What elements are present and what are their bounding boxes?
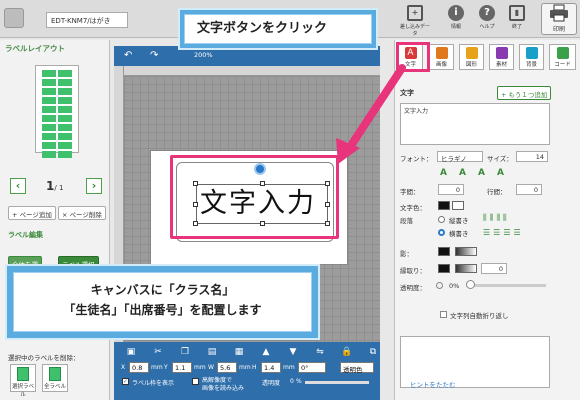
hires-checkbox[interactable]: [192, 378, 199, 385]
help-button[interactable]: ? ヘルプ: [470, 4, 504, 34]
text-style-shadow-icon[interactable]: A: [497, 168, 504, 178]
exit-button[interactable]: ▮ 終了: [500, 4, 534, 34]
horizontal-radio[interactable]: [438, 229, 445, 236]
opacity-slider[interactable]: [305, 381, 369, 384]
delete-all-button[interactable]: 全ラベル: [42, 364, 68, 392]
y-field[interactable]: 1.1: [172, 362, 192, 373]
shadow-color-swatch[interactable]: [438, 247, 450, 256]
page-indicator: 1/ 1: [46, 179, 64, 193]
show-frame-checkbox[interactable]: ✓: [122, 378, 129, 385]
char-spacing-field[interactable]: 0: [438, 184, 464, 195]
font-select[interactable]: ヒラギノ: [437, 151, 483, 163]
undo-icon[interactable]: ↶: [124, 50, 132, 61]
cut-icon[interactable]: ✂: [151, 346, 165, 358]
transparent-color-button[interactable]: 透明色: [340, 362, 374, 374]
w-field[interactable]: 5.6: [217, 362, 237, 373]
callout-place-on-canvas: キャンバスに「クラス名」 「生徒名」「出席番号」を配置します: [5, 264, 320, 340]
text-style-bold-icon[interactable]: A: [459, 168, 466, 178]
app-icon: [4, 8, 24, 28]
slider-thumb[interactable]: [466, 280, 475, 289]
tab-shape[interactable]: 図形: [459, 44, 484, 70]
opacity-percent: 0%: [449, 282, 460, 290]
hint-collapse-link[interactable]: ヒントをたたむ: [410, 379, 456, 389]
text-opacity-slider[interactable]: [466, 284, 546, 287]
info-button[interactable]: i 情報: [439, 4, 473, 34]
arrow-annotation: [336, 64, 406, 164]
outline-gradient[interactable]: [455, 264, 477, 273]
data-merge-icon: +: [407, 5, 423, 21]
next-page-button[interactable]: ›: [86, 178, 102, 194]
h-field[interactable]: 1.4: [261, 362, 281, 373]
exit-icon: ▮: [509, 5, 525, 21]
data-merge-button[interactable]: + 差し込みデータ: [398, 4, 432, 37]
delete-section-title: 選択中のラベルを削除：: [8, 354, 80, 362]
horizontal-align-icons[interactable]: ☰☰☰☰: [483, 228, 547, 238]
text-color-swatch-white[interactable]: [452, 201, 464, 210]
tab-background[interactable]: 背景: [519, 44, 544, 70]
front-icon[interactable]: ▲: [259, 346, 273, 358]
tab-code[interactable]: コード: [549, 44, 576, 70]
rotation-field[interactable]: 0°: [298, 362, 326, 373]
outline-width-field[interactable]: 0: [481, 263, 507, 274]
text-style-outline-icon[interactable]: A: [478, 168, 485, 178]
x-field[interactable]: 0.8: [129, 362, 149, 373]
back-icon[interactable]: ▼: [286, 346, 300, 358]
code-icon: [556, 47, 569, 59]
callout-click-text-button: 文字ボタンをクリック: [178, 8, 378, 50]
line-spacing-field[interactable]: 0: [516, 184, 542, 195]
opacity-reset-icon[interactable]: [436, 282, 443, 289]
prev-page-button[interactable]: ‹: [10, 178, 26, 194]
highlight-frame: [170, 155, 339, 239]
paste-icon[interactable]: ▤: [205, 346, 219, 358]
delete-selected-button[interactable]: 選択ラベル: [10, 364, 36, 398]
tab-image[interactable]: 画像: [429, 44, 454, 70]
text-input-area[interactable]: 文字入力: [400, 103, 550, 145]
image-icon: [435, 47, 448, 59]
text-style-normal-icon[interactable]: A: [440, 168, 447, 178]
layout-thumbnail[interactable]: [35, 65, 79, 158]
group-icon[interactable]: ⧉: [366, 346, 380, 358]
flip-icon[interactable]: ⇋: [313, 346, 327, 358]
add-page-button[interactable]: + ページ追加: [8, 206, 56, 220]
filename-field[interactable]: EDT-KNM7/はがき: [46, 12, 128, 28]
help-icon: ?: [479, 5, 495, 21]
copy-icon[interactable]: ❐: [178, 346, 192, 358]
vertical-align-icons[interactable]: ⫼⫼⫼⫼: [483, 213, 547, 223]
material-icon: [495, 47, 508, 59]
label-sheet-icon: [17, 367, 29, 381]
background-icon: [525, 47, 538, 59]
zoom-level: 200%: [194, 51, 213, 59]
font-size-select[interactable]: 14: [516, 151, 548, 162]
shadow-gradient[interactable]: [455, 247, 477, 256]
delete-page-button[interactable]: × ページ削除: [58, 206, 106, 220]
text-color-swatch[interactable]: [438, 201, 450, 210]
vertical-radio[interactable]: [438, 216, 445, 223]
label-sheet-icon: [49, 367, 61, 381]
delete-icon[interactable]: ▣: [124, 346, 138, 358]
label-layout-title: ラベルレイアウト: [5, 44, 65, 53]
shape-icon: [465, 47, 478, 59]
opacity-value: 0: [290, 378, 294, 385]
add-text-button[interactable]: + もう１つ追加: [497, 86, 552, 100]
tab-material[interactable]: 素材: [489, 44, 514, 70]
redo-icon[interactable]: ↷: [150, 50, 158, 61]
printer-icon: [550, 4, 568, 22]
outline-color-swatch[interactable]: [438, 264, 450, 273]
info-icon: i: [448, 5, 464, 21]
label-edit-title: ラベル編集: [8, 231, 43, 239]
print-button[interactable]: 印刷: [541, 3, 577, 35]
autowrap-checkbox[interactable]: [440, 311, 447, 318]
lock-icon[interactable]: 🔒: [340, 346, 354, 358]
align-icon[interactable]: ▦: [232, 346, 246, 358]
